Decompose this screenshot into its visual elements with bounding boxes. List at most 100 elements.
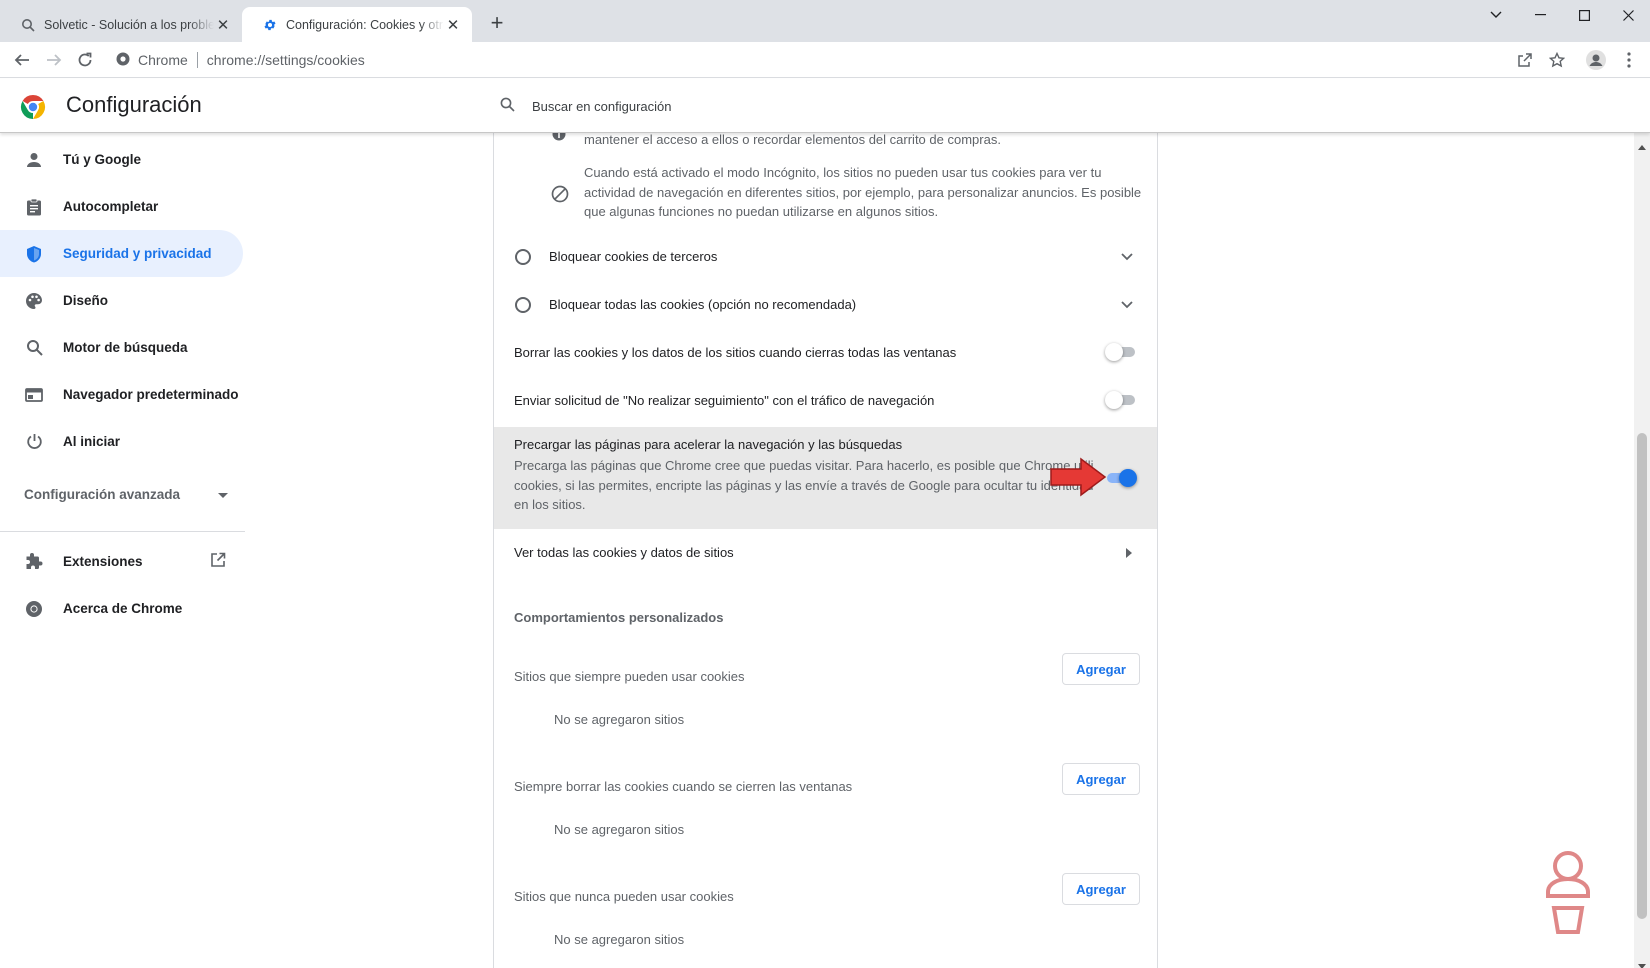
expand-chevron-icon[interactable] [1120, 298, 1134, 312]
preload-pages-row[interactable]: Precargar las páginas para acelerar la n… [494, 427, 1157, 529]
reload-button[interactable] [71, 47, 99, 73]
advanced-settings-label: Configuración avanzada [24, 487, 181, 502]
close-tab-icon[interactable]: ✕ [214, 16, 232, 34]
see-all-cookies-row[interactable]: Ver todas las cookies y datos de sitios [494, 529, 1157, 577]
sidebar-item-extensions[interactable]: Extensiones [0, 538, 245, 585]
scroll-down-arrow-icon[interactable] [1638, 957, 1646, 968]
tab-title: Configuración: Cookies y otros datos de … [286, 17, 444, 32]
search-icon [24, 338, 44, 358]
settings-search[interactable]: Buscar en configuración [500, 91, 671, 121]
omnibox-url[interactable]: chrome://settings/cookies [207, 52, 365, 68]
do-not-track-toggle[interactable] [1105, 391, 1137, 409]
empty-list-text: No se agregaron sitios [554, 932, 685, 947]
radio-block-third-party[interactable]: Bloquear cookies de terceros [494, 233, 1157, 281]
kebab-menu-icon[interactable] [1615, 47, 1643, 73]
expand-chevron-icon[interactable] [1120, 250, 1134, 264]
sidebar-item-label: Autocompletar [63, 199, 159, 214]
add-clear-on-exit-button[interactable]: Agregar [1062, 763, 1140, 795]
annotation-arrow-icon [1049, 457, 1107, 500]
empty-list-text: No se agregaron sitios [554, 712, 685, 727]
share-icon[interactable] [1511, 47, 1539, 73]
dropdown-arrow-icon [218, 487, 228, 502]
tab-title: Solvetic - Solución a los problemas info… [44, 17, 214, 32]
preload-line-1: Precarga las páginas que Chrome cree que… [514, 458, 1094, 473]
sidebar-item-on-startup[interactable]: Al iniciar [0, 418, 243, 465]
omnibox-divider [196, 52, 198, 68]
chrome-site-icon [116, 52, 130, 69]
radio-label: Bloquear todas las cookies (opción no re… [549, 297, 857, 312]
scrollbar-thumb[interactable] [1637, 433, 1647, 919]
preload-pages-toggle[interactable] [1105, 469, 1137, 487]
setting-label: Borrar las cookies y los datos de los si… [514, 345, 957, 360]
add-always-allow-button[interactable]: Agregar [1062, 653, 1140, 685]
search-input[interactable]: Buscar en configuración [532, 99, 671, 114]
incognito-line-2: actividad de navegación en diferentes si… [584, 184, 1142, 200]
sidebar-item-label: Diseño [63, 293, 109, 308]
browser-toolbar: Chrome chrome://settings/cookies [0, 42, 1650, 78]
setting-label: Precargar las páginas para acelerar la n… [514, 437, 903, 452]
section-label: Sitios que nunca pueden usar cookies [514, 889, 734, 904]
add-never-allow-button[interactable]: Agregar [1062, 873, 1140, 905]
search-favicon-icon [20, 17, 36, 33]
advanced-settings-toggle[interactable]: Configuración avanzada [24, 487, 228, 502]
page-scrollbar[interactable] [1634, 133, 1650, 968]
always-allow-section: Sitios que siempre pueden usar cookies A… [494, 645, 1157, 755]
arrow-right-icon [1122, 546, 1136, 560]
tab-solvetic[interactable]: Solvetic - Solución a los problemas info… [0, 7, 242, 42]
tab-configuracion[interactable]: Configuración: Cookies y otros datos de … [242, 7, 472, 42]
tab-search-button[interactable] [1474, 0, 1518, 30]
sidebar-item-label: Seguridad y privacidad [63, 246, 212, 261]
new-tab-button[interactable]: + [486, 12, 508, 35]
section-label: Sitios que siempre pueden usar cookies [514, 669, 745, 684]
preload-line-3: en los sitios. [514, 497, 586, 512]
sidebar-item-autofill[interactable]: Autocompletar [0, 183, 243, 230]
radio-label: Bloquear cookies de terceros [549, 249, 718, 264]
sidebar-item-label: Motor de búsqueda [63, 340, 188, 355]
close-window-button[interactable] [1606, 0, 1650, 30]
clear-on-exit-section: Siempre borrar las cookies cuando se cie… [494, 755, 1157, 865]
sidebar-item-default-browser[interactable]: Navegador predeterminado [0, 371, 243, 418]
sidebar-item-security-privacy[interactable]: Seguridad y privacidad [0, 230, 243, 277]
maximize-button[interactable] [1562, 0, 1606, 30]
preload-line-2: cookies, si las permites, encripte las p… [514, 477, 1094, 493]
section-heading: Comportamientos personalizados [514, 610, 724, 625]
section-label: Siempre borrar las cookies cuando se cie… [514, 779, 853, 794]
do-not-track-row[interactable]: Enviar solicitud de "No realizar seguimi… [494, 377, 1157, 425]
sidebar-item-you-and-google[interactable]: Tú y Google [0, 136, 243, 183]
chrome-logo-icon [20, 94, 46, 120]
sidebar-item-label: Al iniciar [63, 434, 121, 449]
empty-list-text: No se agregaron sitios [554, 822, 685, 837]
chrome-icon [24, 599, 44, 619]
omnibox-site-label: Chrome [138, 52, 188, 68]
scroll-up-arrow-icon[interactable] [1638, 137, 1646, 155]
block-icon [551, 185, 569, 206]
bookmark-star-icon[interactable] [1543, 47, 1571, 73]
back-button[interactable] [8, 47, 36, 73]
sidebar-item-label: Tú y Google [63, 152, 142, 167]
omnibox[interactable]: Chrome chrome://settings/cookies [116, 46, 365, 74]
search-icon [500, 97, 520, 115]
sidebar-item-search-engine[interactable]: Motor de búsqueda [0, 324, 243, 371]
radio-block-all[interactable]: Bloquear todas las cookies (opción no re… [494, 281, 1157, 329]
radio-button[interactable] [515, 249, 531, 265]
forward-button[interactable] [40, 47, 68, 73]
clear-on-close-row[interactable]: Borrar las cookies y los datos de los si… [494, 329, 1157, 377]
profile-avatar[interactable] [1582, 47, 1610, 73]
clear-on-close-toggle[interactable] [1105, 343, 1137, 361]
browser-icon [24, 385, 44, 405]
watermark-logo-icon [1528, 848, 1608, 940]
clipboard-icon [24, 197, 44, 217]
sidebar-item-label: Acerca de Chrome [63, 601, 183, 616]
close-tab-icon[interactable]: ✕ [444, 16, 462, 34]
preload-description: Precarga las páginas que Chrome cree que… [514, 456, 1094, 515]
person-icon [24, 150, 44, 170]
never-allow-section: Sitios que nunca pueden usar cookies Agr… [494, 865, 1157, 968]
minimize-button[interactable] [1518, 0, 1562, 30]
incognito-line-3: que algunas funciones no puedan utilizar… [584, 204, 939, 219]
radio-button[interactable] [515, 297, 531, 313]
sidebar-item-about-chrome[interactable]: Acerca de Chrome [0, 585, 243, 632]
sidebar-item-appearance[interactable]: Diseño [0, 277, 243, 324]
sidebar-item-label: Extensiones [63, 554, 143, 569]
open-in-new-icon [210, 552, 226, 571]
settings-sidebar: Tú y Google Autocompletar Seguridad y pr… [0, 133, 245, 968]
